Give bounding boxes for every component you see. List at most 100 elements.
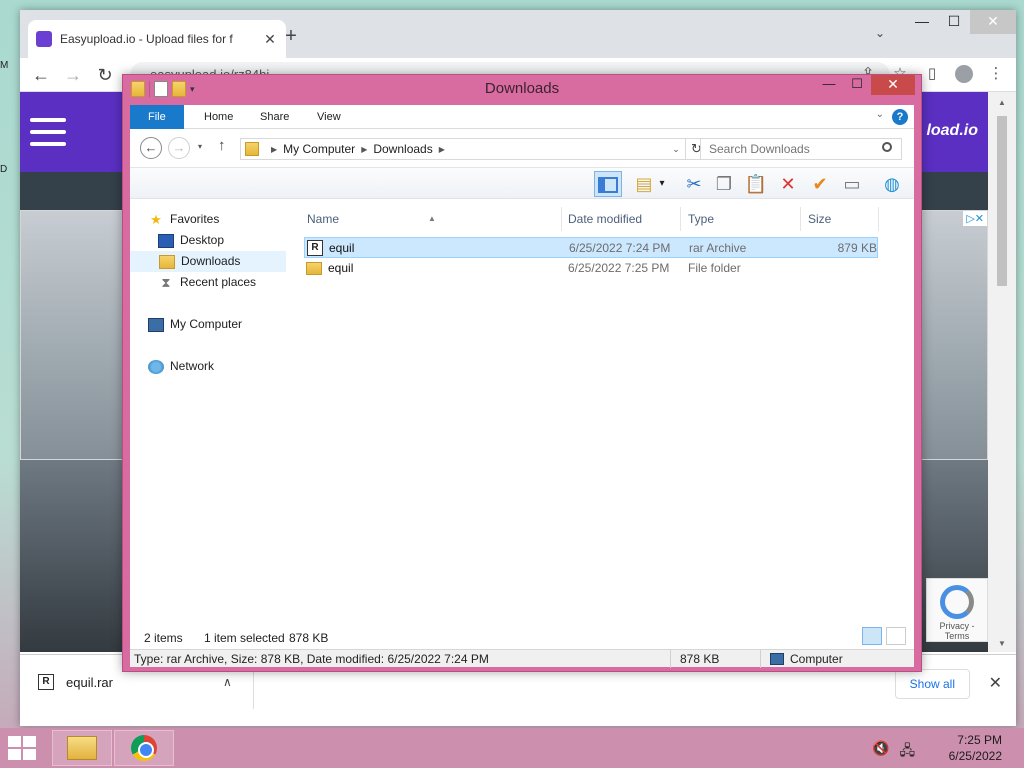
paste-icon[interactable]: 📋 <box>742 171 770 197</box>
address-dropdown-icon[interactable]: ⌄ <box>667 144 685 155</box>
ribbon-expand-chevron-icon[interactable]: ⌄ <box>876 109 884 120</box>
file-list: Name ▲ Date modified Type Size R equil 6… <box>300 199 914 627</box>
rename-icon[interactable]: ▭ <box>838 171 866 197</box>
scroll-up-arrow-icon[interactable]: ▲ <box>988 98 1016 107</box>
preview-pane-button[interactable] <box>594 171 622 197</box>
details-view-icon[interactable] <box>862 627 882 645</box>
recent-locations-dropdown-icon[interactable]: ▾ <box>198 142 202 151</box>
show-all-button[interactable]: Show all <box>894 669 970 699</box>
scrollbar-thumb[interactable] <box>997 116 1007 286</box>
back-button[interactable]: ← <box>28 62 54 88</box>
file-type: rar Archive <box>689 241 747 255</box>
browser-tab[interactable]: Easyupload.io - Upload files for f ✕ <box>28 20 286 58</box>
column-header-date-modified[interactable]: Date modified <box>561 207 681 231</box>
selection-size: 878 KB <box>289 631 329 645</box>
checkmark-icon[interactable]: ✔ <box>806 171 834 197</box>
file-row-equil-rar[interactable]: R equil 6/25/2022 7:24 PM rar Archive 87… <box>304 237 878 258</box>
tab-file[interactable]: File <box>130 105 184 129</box>
tab-share[interactable]: Share <box>246 105 303 129</box>
windows-logo-icon <box>8 736 21 747</box>
view-toggle <box>862 627 906 645</box>
start-button[interactable] <box>8 736 38 760</box>
file-date-modified: 6/25/2022 7:25 PM <box>568 261 670 275</box>
browser-maximize-button[interactable]: ☐ <box>938 10 970 34</box>
nav-downloads[interactable]: Downloads <box>130 251 286 272</box>
network-status-icon[interactable]: 🖧 <box>899 740 915 764</box>
tab-search-button[interactable]: ⌄ <box>875 26 885 40</box>
large-icons-view-icon[interactable] <box>886 627 906 645</box>
nav-downloads-label: Downloads <box>181 254 241 268</box>
tab-view[interactable]: View <box>303 105 355 129</box>
delete-icon[interactable]: ✕ <box>774 171 802 197</box>
nav-favorites[interactable]: ★ Favorites <box>144 209 219 230</box>
explorer-forward-button[interactable]: → <box>168 137 190 159</box>
reload-button[interactable]: ↻ <box>92 62 118 88</box>
copy-icon[interactable]: ❐ <box>710 171 738 197</box>
cut-icon[interactable]: ✂ <box>680 171 708 197</box>
new-folder-icon[interactable] <box>172 81 186 97</box>
site-logo[interactable]: load.io <box>926 122 978 140</box>
volume-muted-icon[interactable]: 🔇 <box>872 740 889 764</box>
explorer-close-button[interactable]: ✕ <box>871 75 915 95</box>
chevron-up-icon[interactable]: ∧ <box>223 675 253 689</box>
browser-menu-icon[interactable]: ⋮ <box>984 62 1008 86</box>
column-header-size[interactable]: Size <box>801 207 879 231</box>
page-scrollbar[interactable]: ▲ ▼ <box>988 92 1016 652</box>
recaptcha-badge[interactable]: Privacy - Terms <box>926 578 988 642</box>
desktop-edge-label: M <box>0 60 9 71</box>
breadcrumb-my-computer[interactable]: My Computer <box>283 142 355 156</box>
recaptcha-icon <box>940 585 974 619</box>
hamburger-menu-icon[interactable] <box>30 118 66 154</box>
browser-close-button[interactable]: ✕ <box>970 10 1016 34</box>
new-tab-button[interactable]: + <box>278 24 304 50</box>
explorer-minimize-button[interactable]: — <box>815 75 843 95</box>
explorer-address-bar[interactable]: ▶ My Computer ▶ Downloads ▶ ⌄ <box>240 138 686 160</box>
breadcrumb-chevron-icon[interactable]: ▶ <box>361 145 367 154</box>
browser-minimize-button[interactable]: — <box>906 10 938 34</box>
help-icon[interactable]: ? <box>892 109 908 125</box>
navigation-pane: ★ Favorites Desktop Downloads ⧗ Recent p… <box>130 199 290 627</box>
profile-avatar[interactable] <box>952 62 976 86</box>
ribbon-tabs: File Home Share View ⌄ ? <box>130 105 914 129</box>
breadcrumb-chevron-icon[interactable]: ▶ <box>439 145 445 154</box>
explorer-app-icon[interactable] <box>131 81 145 97</box>
windows-logo-icon <box>23 749 36 760</box>
tab-home[interactable]: Home <box>190 105 247 129</box>
status-location-label: Computer <box>790 652 843 666</box>
forward-button[interactable]: → <box>60 62 86 88</box>
file-row-equil-folder[interactable]: equil 6/25/2022 7:25 PM File folder <box>304 258 878 279</box>
tab-close-icon[interactable]: ✕ <box>262 31 278 48</box>
nav-network[interactable]: Network <box>144 356 214 377</box>
status-size: 878 KB <box>680 652 720 666</box>
pane-layout-icon <box>598 177 618 193</box>
recaptcha-links[interactable]: Privacy - Terms <box>939 621 974 641</box>
search-input[interactable] <box>700 138 902 160</box>
globe-icon[interactable]: ◍ <box>878 171 906 197</box>
downloads-bar-close-icon[interactable]: ✕ <box>989 673 1002 693</box>
taskbar-file-explorer[interactable] <box>52 730 112 766</box>
star-icon: ★ <box>150 211 162 227</box>
nav-my-computer[interactable]: My Computer <box>144 314 242 335</box>
scroll-down-arrow-icon[interactable]: ▼ <box>988 639 1016 648</box>
column-header-name[interactable]: Name ▲ <box>300 207 562 231</box>
side-panel-icon[interactable]: ▯ <box>920 62 944 86</box>
explorer-titlebar[interactable]: Downloads ▾ — ☐ ✕ <box>123 75 921 105</box>
downloads-folder-icon <box>159 254 175 269</box>
taskbar-chrome[interactable] <box>114 730 174 766</box>
explorer-maximize-button[interactable]: ☐ <box>843 75 871 95</box>
breadcrumb-chevron-icon[interactable]: ▶ <box>271 145 277 154</box>
ad-choices-icon[interactable]: ▷✕ <box>963 211 987 226</box>
properties-icon[interactable] <box>154 81 168 97</box>
nav-desktop[interactable]: Desktop <box>154 230 290 251</box>
rar-file-icon: R <box>38 674 54 690</box>
breadcrumb-downloads[interactable]: Downloads <box>373 142 432 156</box>
sort-ascending-icon: ▲ <box>428 214 436 223</box>
taskbar-clock[interactable]: 7:25 PM 6/25/2022 <box>949 732 1002 764</box>
explorer-back-button[interactable]: ← <box>140 137 162 159</box>
up-one-level-button[interactable]: ↑ <box>218 137 226 154</box>
column-header-type[interactable]: Type <box>681 207 801 231</box>
selection-count: 1 item selected <box>204 631 285 645</box>
nav-recent-places[interactable]: ⧗ Recent places <box>154 272 290 293</box>
command-dropdown-icon[interactable]: ▾ <box>654 171 670 197</box>
customize-qat-dropdown-icon[interactable]: ▾ <box>190 84 195 95</box>
